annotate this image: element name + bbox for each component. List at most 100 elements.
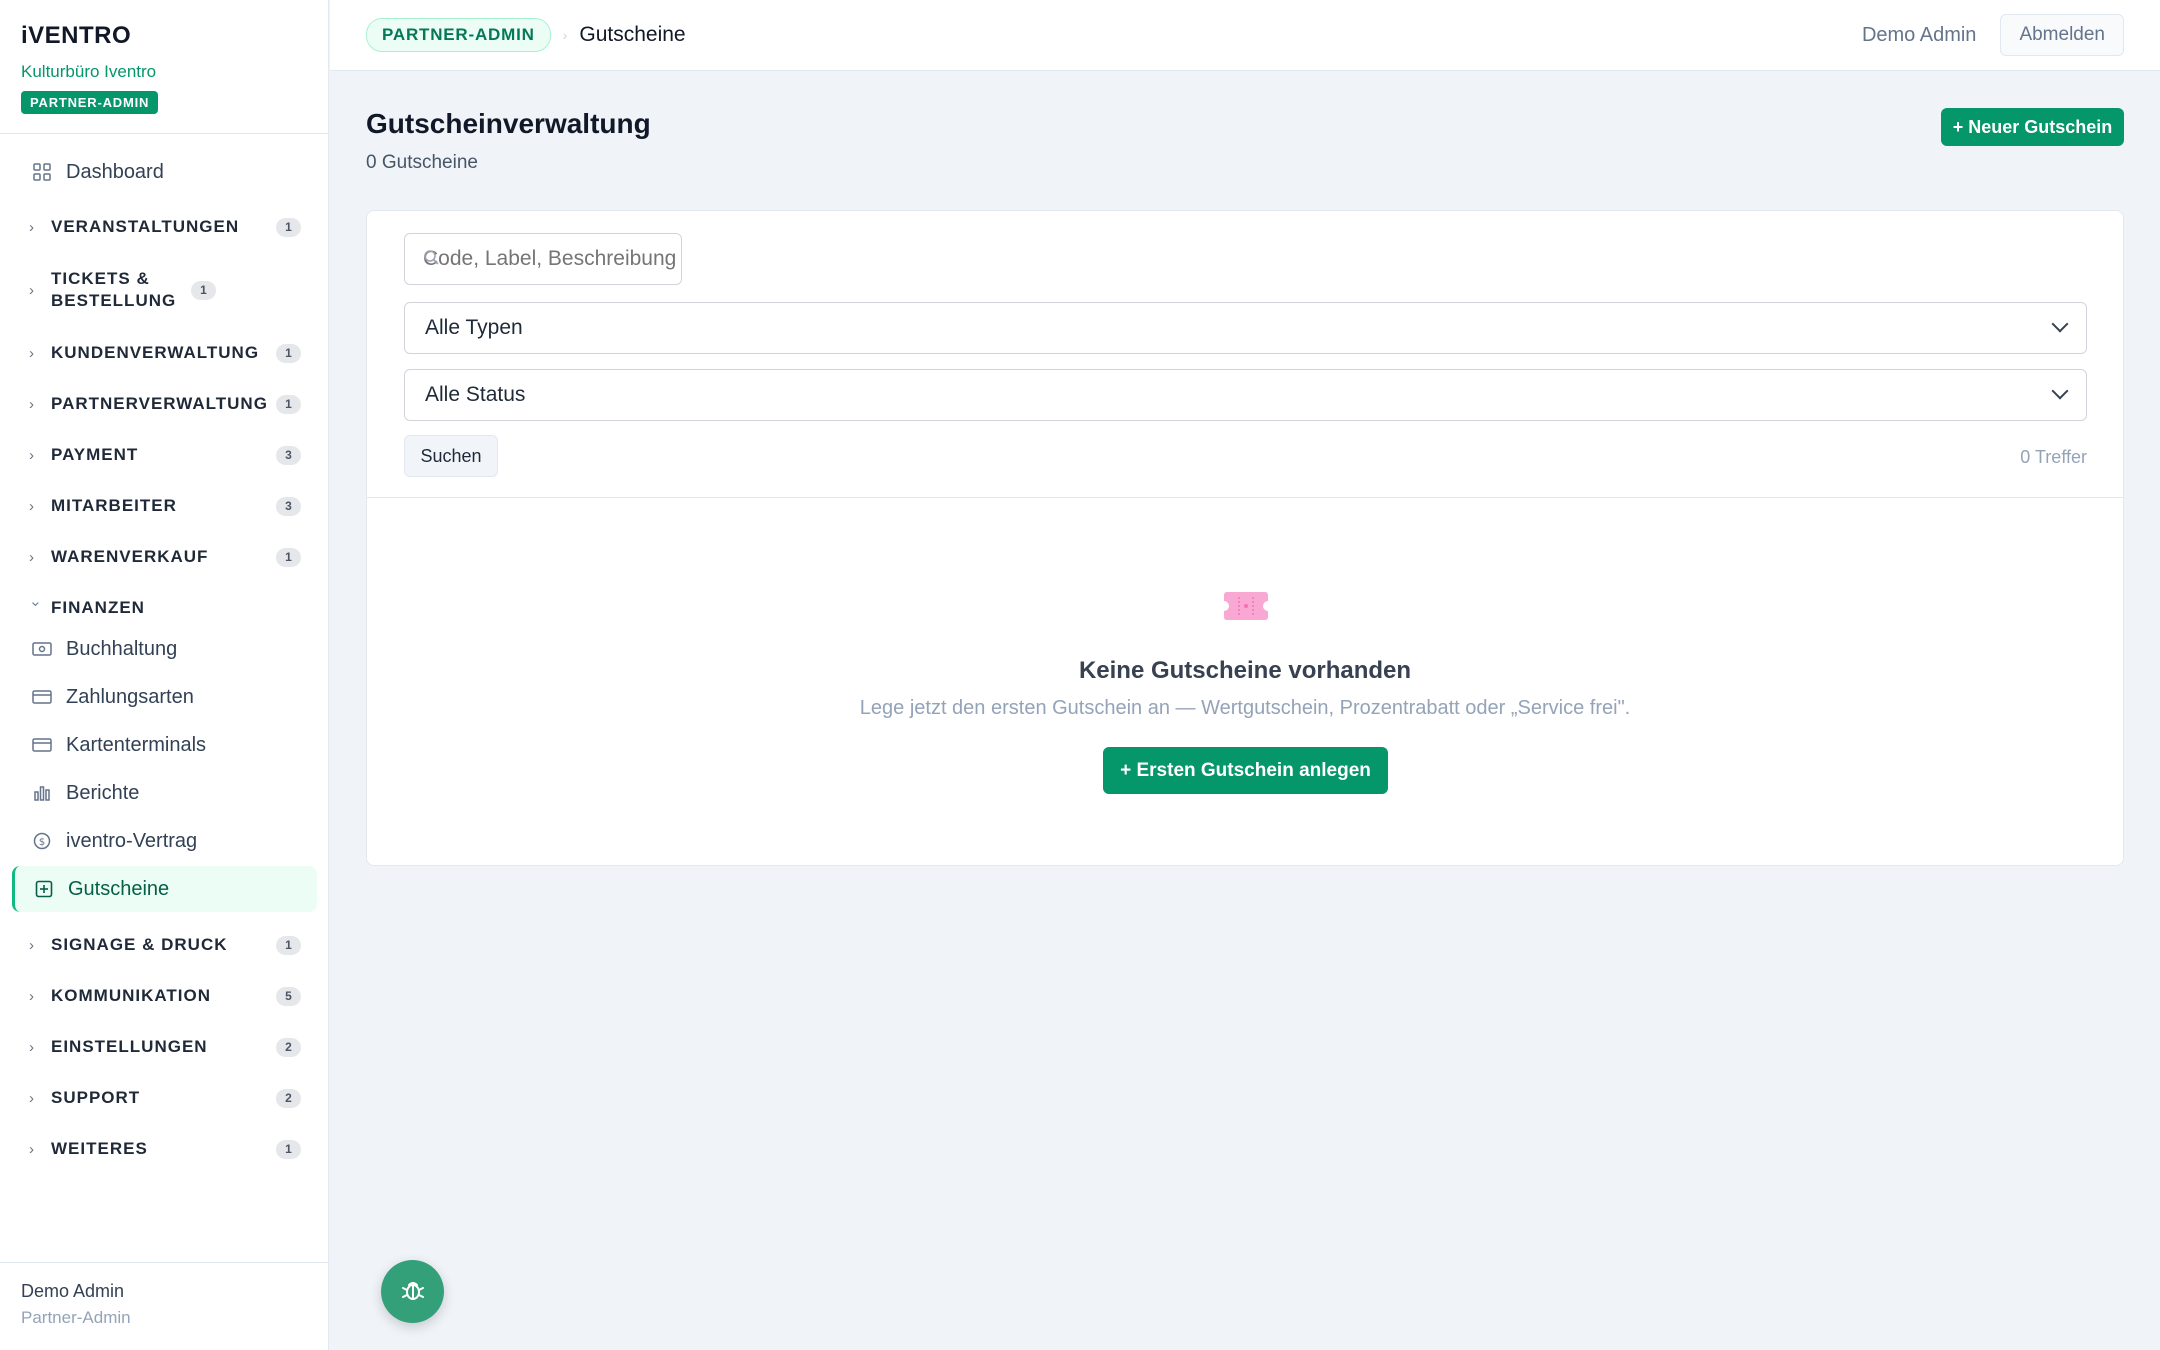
page-title: Gutscheinverwaltung [366,108,651,139]
divider [367,497,2123,498]
sidebar-item-gutscheine[interactable]: Gutscheine [12,866,317,912]
count-badge: 3 [276,445,301,465]
search-input[interactable] [423,247,681,271]
sidebar-group-veranstaltungen[interactable]: › VERANSTALTUNGEN 1 [0,204,329,250]
sidebar-group-label: WEITERES [51,1139,148,1158]
count-badge: 2 [276,1037,301,1057]
sidebar-item-berichte[interactable]: Berichte [12,770,317,816]
current-user-name: Demo Admin [1861,23,1977,46]
chevron-right-icon: › [29,446,34,464]
chevron-right-icon: › [29,548,34,566]
search-button[interactable]: Suchen [404,435,498,477]
sidebar-group-finanzen[interactable]: › FINANZEN [0,585,329,631]
sidebar-item-label: iventro-Vertrag [66,829,198,852]
user-role: Partner-Admin [21,1308,131,1327]
dollar-circle-icon: $ [32,831,52,851]
chevron-right-icon: › [29,936,34,954]
money-icon [32,639,52,659]
sidebar-group-signage[interactable]: › SIGNAGE & DRUCK 1 [0,922,329,968]
topbar-right: Demo Admin Abmelden [1862,14,2124,56]
sidebar-group-label: SIGNAGE & DRUCK [51,935,228,954]
sidebar-item-iventro-vertrag[interactable]: $ iventro-Vertrag [12,818,317,864]
chevron-right-icon: › [29,344,34,362]
grid-icon [32,162,52,182]
count-badge: 1 [276,343,301,363]
breadcrumb-role-badge: PARTNER-ADMIN [366,18,551,52]
sidebar-group-label: EINSTELLUNGEN [51,1037,208,1056]
chevron-right-icon: › [29,1038,34,1056]
organization-name: Kulturbüro Iventro [21,62,157,81]
create-first-voucher-button[interactable]: + Ersten Gutschein anlegen [1103,747,1388,794]
count-badge: 1 [276,547,301,567]
count-badge: 1 [276,935,301,955]
ticket-icon [1222,589,1270,623]
bug-icon [399,1276,427,1307]
sidebar-group-kundenverwaltung[interactable]: › KUNDENVERWALTUNG 1 [0,330,329,376]
search-field[interactable] [404,233,682,285]
chevron-down-icon [2051,382,2069,400]
sidebar-group-tickets[interactable]: › TICKETS & BESTELLUNG 1 [0,266,329,314]
voucher-count: 0 Gutscheine [366,152,478,173]
sidebar-item-dashboard[interactable]: Dashboard [12,149,317,195]
sidebar-item-label: Buchhaltung [66,637,178,660]
sidebar-item-zahlungsarten[interactable]: Zahlungsarten [12,674,317,720]
count-badge: 1 [276,1139,301,1159]
sidebar-item-label: Gutscheine [68,877,170,900]
new-voucher-button[interactable]: + Neuer Gutschein [1941,108,2124,146]
status-select-value: Alle Status [425,383,526,406]
empty-state-text: Lege jetzt den ersten Gutschein an — Wer… [859,697,1631,719]
svg-text:$: $ [39,837,45,848]
count-badge: 3 [276,496,301,516]
voucher-icon [34,879,54,899]
sidebar-item-buchhaltung[interactable]: Buchhaltung [12,626,317,672]
sidebar-group-einstellungen[interactable]: › EINSTELLUNGEN 2 [0,1024,329,1070]
chevron-right-icon: › [29,395,34,413]
credit-card-icon [32,687,52,707]
chevron-right-icon: › [29,1140,34,1158]
chevron-right-icon: › [29,497,34,515]
sidebar-group-label: KUNDENVERWALTUNG [51,343,260,362]
chevron-right-icon: › [29,1089,34,1107]
sidebar-group-payment[interactable]: › PAYMENT 3 [0,432,329,478]
count-badge: 2 [276,1088,301,1108]
card-terminal-icon [32,735,52,755]
chevron-right-icon: › [29,218,34,236]
sidebar-group-mitarbeiter[interactable]: › MITARBEITER 3 [0,483,329,529]
sidebar-group-label: TICKETS & BESTELLUNG [51,269,177,310]
sidebar-group-weiteres[interactable]: › WEITERES 1 [0,1126,329,1172]
status-select[interactable]: Alle Status [404,369,2087,421]
count-badge: 1 [276,217,301,237]
sidebar-group-label: KOMMUNIKATION [51,986,211,1005]
sidebar-group-kommunikation[interactable]: › KOMMUNIKATION 5 [0,973,329,1019]
sidebar-item-label: Berichte [66,781,140,804]
brand-logo[interactable]: iVENTRO [21,22,307,50]
chevron-down-icon: › [27,601,45,606]
sidebar: iVENTRO Kulturbüro Iventro PARTNER-ADMIN… [0,0,329,1350]
sidebar-group-label: SUPPORT [51,1088,141,1107]
role-badge: PARTNER-ADMIN [21,91,159,114]
breadcrumb-current: Gutscheine [579,23,686,46]
count-badge: 1 [276,394,301,414]
sidebar-user-footer: Demo Admin Partner-Admin [0,1262,329,1350]
sidebar-item-label: Kartenterminals [66,733,207,756]
breadcrumb-separator: › [562,27,568,43]
type-select[interactable]: Alle Typen [404,302,2087,354]
chevron-right-icon: › [29,987,34,1005]
bug-report-button[interactable] [381,1260,444,1323]
search-icon [423,249,439,270]
user-name: Demo Admin [21,1281,125,1301]
chevron-down-icon [2051,315,2069,333]
sidebar-group-warenverkauf[interactable]: › WARENVERKAUF 1 [0,534,329,580]
sidebar-group-label: FINANZEN [51,598,145,617]
empty-state-title: Keine Gutscheine vorhanden [1078,657,1412,684]
sidebar-item-label: Zahlungsarten [66,685,194,708]
sidebar-group-partnerverwaltung[interactable]: › PARTNERVERWALTUNG 1 [0,381,329,427]
logout-button[interactable]: Abmelden [2000,14,2124,56]
sidebar-item-label: Dashboard [66,160,164,183]
sidebar-group-label: PAYMENT [51,445,139,464]
type-select-value: Alle Typen [425,316,523,339]
sidebar-item-kartenterminals[interactable]: Kartenterminals [12,722,317,768]
sidebar-group-support[interactable]: › SUPPORT 2 [0,1075,329,1121]
sidebar-group-label: VERANSTALTUNGEN [51,217,240,236]
sidebar-group-label: PARTNERVERWALTUNG [51,394,268,413]
